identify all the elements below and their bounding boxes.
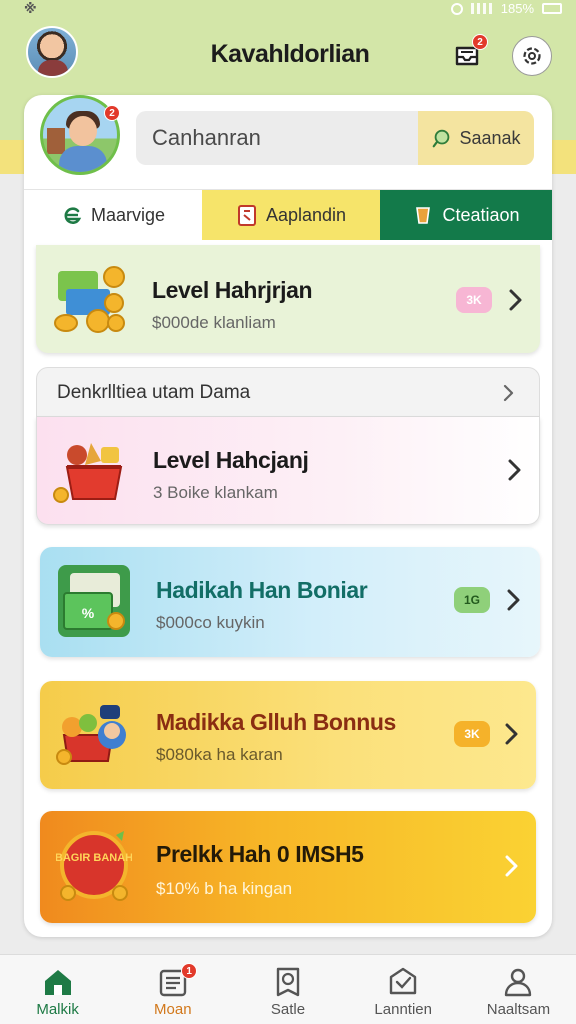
settings-button[interactable] (512, 36, 552, 76)
reward-card-4[interactable]: Madikka Glluh Bonnus $080ka ha karan 3K (40, 681, 536, 789)
notification-badge: 2 (472, 34, 488, 50)
tab-label: Aaplandin (265, 204, 347, 225)
notification-button[interactable]: 2 (450, 34, 490, 74)
card-title: Level Hahrjrjan (152, 277, 313, 303)
gift-basket-icon (53, 443, 123, 503)
search-doc-icon (276, 967, 300, 997)
card-title: Level Hahcjanj (153, 447, 309, 473)
section-header[interactable]: Denkrlltiea utam Dama (36, 367, 540, 417)
nav-satle[interactable]: Satle (230, 955, 345, 1024)
card-subtitle: $000de klanliam (152, 313, 276, 332)
bottom-nav: Malkik 1 Moan Satle Lanntien Naaltsam (0, 954, 576, 1024)
chevron-right-icon (505, 855, 518, 877)
tab-cteatiaon[interactable]: Cteatiaon (380, 190, 552, 240)
nav-label: Naaltsam (486, 1001, 551, 1018)
nav-lanntien[interactable]: Lanntien (346, 955, 461, 1024)
reward-card-3[interactable]: % Hadikah Han Boniar $000co kuykin 1G (40, 547, 540, 657)
cup-icon (416, 207, 431, 224)
battery-level: 185% (500, 1, 534, 16)
status-bar: ※ 185% (0, 0, 576, 20)
battery-icon (542, 3, 562, 14)
home-icon (44, 970, 71, 995)
reward-card-5[interactable]: BAGIR BANAH Prelkk Hah 0 IMSH5 $10% b ha… (40, 811, 536, 923)
search-icon (433, 129, 450, 148)
nav-label: Malkik (36, 1001, 79, 1018)
card-title: Madikka Glluh Bonnus (156, 709, 396, 735)
reward-card-1[interactable]: Level Hahrjrjan $000de klanliam 3K (36, 245, 540, 353)
nav-naaltsam[interactable]: Naaltsam (461, 955, 576, 1024)
header-avatar[interactable] (26, 26, 78, 78)
chevron-right-icon (508, 459, 521, 481)
chevron-right-icon (505, 723, 518, 745)
card-tag: 3K (454, 721, 490, 747)
search-button-label: Saanak (459, 127, 521, 148)
status-right: 185% (450, 1, 562, 16)
nav-moan[interactable]: 1 Moan (115, 955, 230, 1024)
app-title: Kavahldorlian (210, 40, 370, 68)
reward-card-2[interactable]: Level Hahcjanj 3 Boike klankam (36, 417, 540, 525)
fruit-basket-icon (56, 705, 126, 765)
chevron-right-icon (503, 384, 514, 402)
svg-text:%: % (82, 605, 95, 621)
coins-basket-icon (54, 266, 125, 333)
money-bag-icon: % (58, 565, 130, 637)
nav-label: Satle (270, 1001, 306, 1018)
gear-icon (523, 47, 541, 65)
alarm-icon (450, 2, 463, 15)
card-title: Prelkk Hah 0 IMSH5 (156, 841, 364, 867)
search-input[interactable] (136, 111, 414, 165)
clipboard-icon (237, 205, 256, 226)
tab-label: Cteatiaon (442, 204, 520, 225)
profile-icon (505, 968, 532, 997)
status-left-glyph: ※ (24, 1, 37, 16)
bonus-ball-icon: BAGIR BANAH (56, 831, 132, 901)
tab-label: Maarvige (90, 204, 166, 225)
chevron-right-icon (507, 589, 520, 611)
search-bar: Saanak (136, 111, 534, 165)
tab-aaplandin[interactable]: Aaplandin (202, 190, 380, 240)
bonus-ball-text: BAGIR BANAH (56, 852, 132, 864)
box-icon (390, 967, 417, 995)
card-subtitle: $000co kuykin (156, 613, 265, 632)
e-swirl-icon (64, 207, 82, 224)
profile-badge: 2 (104, 105, 120, 121)
card-title: Hadikah Han Boniar (156, 577, 368, 603)
nav-home[interactable]: Malkik (0, 955, 115, 1024)
tab-maarvige[interactable]: Maarvige (24, 190, 202, 240)
card-subtitle: 3 Boike klankam (153, 483, 278, 502)
card-tag: 1G (454, 587, 490, 613)
main-card: 2 Saanak Maarvige Aaplandin (24, 95, 552, 937)
signal-icon (470, 3, 493, 14)
nav-badge: 1 (181, 963, 198, 979)
nav-label: Moan (154, 1001, 192, 1018)
card-subtitle: $080ka ha karan (156, 745, 283, 764)
section-title: Denkrlltiea utam Dama (57, 382, 251, 403)
tab-bar: Maarvige Aaplandin Cteatiaon (24, 189, 552, 240)
card-subtitle: $10% b ha kingan (156, 879, 293, 898)
card-tag: 3K (456, 287, 492, 313)
search-button[interactable]: Saanak (418, 111, 534, 165)
chevron-right-icon (509, 289, 522, 311)
nav-label: Lanntien (374, 1001, 432, 1018)
